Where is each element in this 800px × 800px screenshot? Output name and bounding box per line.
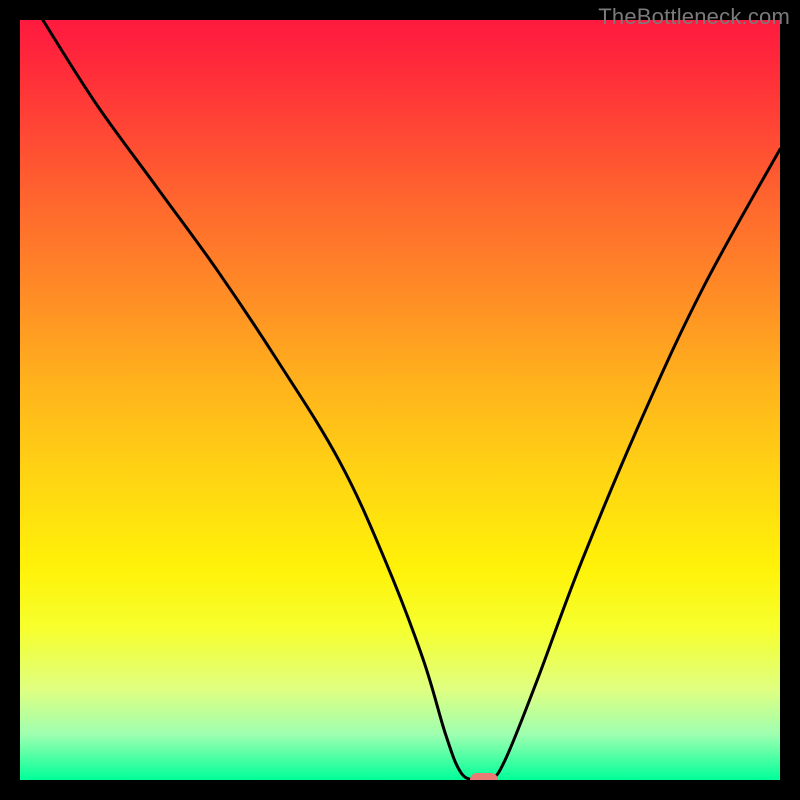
watermark-text: TheBottleneck.com [598, 4, 790, 30]
optimal-point-marker [470, 773, 498, 780]
bottleneck-curve [20, 20, 780, 780]
plot-area [20, 20, 780, 780]
chart-frame: TheBottleneck.com [0, 0, 800, 800]
